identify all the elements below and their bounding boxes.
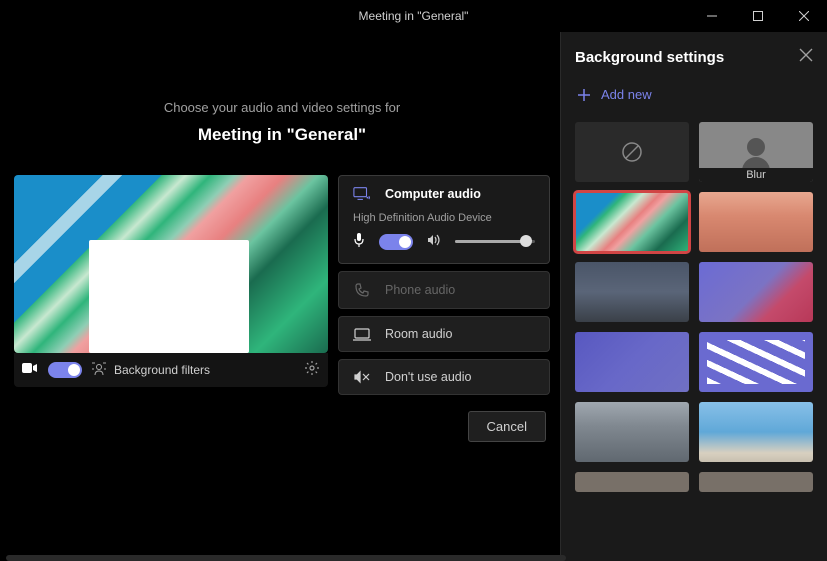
prejoin-subtitle: Choose your audio and video settings for <box>14 100 550 115</box>
video-preview <box>14 175 328 353</box>
meeting-title: Meeting in "General" <box>14 125 550 145</box>
pre-join-panel: Choose your audio and video settings for… <box>0 32 560 561</box>
background-filters-button[interactable]: Background filters <box>92 362 294 379</box>
gear-icon[interactable] <box>304 360 320 381</box>
background-thumb-3[interactable] <box>575 262 689 322</box>
no-audio-label: Don't use audio <box>385 370 471 384</box>
mic-toggle[interactable] <box>379 234 413 250</box>
camera-toggle[interactable] <box>48 362 82 378</box>
background-thumb-9[interactable] <box>575 472 689 492</box>
monitor-audio-icon <box>353 186 371 202</box>
plus-icon <box>577 88 591 102</box>
background-filters-label: Background filters <box>114 363 210 377</box>
background-thumb-1[interactable] <box>575 192 689 252</box>
room-audio-label: Room audio <box>385 327 452 341</box>
video-controls-bar: Background filters <box>14 353 328 387</box>
participant-video <box>89 240 249 353</box>
background-thumb-8[interactable] <box>699 402 813 462</box>
minimize-button[interactable] <box>689 0 735 32</box>
no-audio-icon <box>353 370 371 384</box>
speaker-icon <box>427 233 441 250</box>
blur-label: Blur <box>699 168 813 182</box>
window-title: Meeting in "General" <box>359 9 469 23</box>
computer-audio-option[interactable]: Computer audio High Definition Audio Dev… <box>338 175 550 264</box>
background-settings-title: Background settings <box>575 49 724 66</box>
background-thumb-6[interactable] <box>699 332 813 392</box>
phone-audio-label: Phone audio <box>385 283 455 297</box>
background-thumb-5[interactable] <box>575 332 689 392</box>
phone-audio-option[interactable]: Phone audio <box>338 271 550 309</box>
volume-slider[interactable] <box>455 240 535 243</box>
mic-icon <box>353 232 365 251</box>
no-audio-option[interactable]: Don't use audio <box>338 359 550 395</box>
background-thumb-7[interactable] <box>575 402 689 462</box>
background-blur[interactable]: Blur <box>699 122 813 182</box>
prohibit-icon <box>621 141 643 163</box>
background-none[interactable] <box>575 122 689 182</box>
background-thumb-4[interactable] <box>699 262 813 322</box>
add-new-background-button[interactable]: Add new <box>575 85 813 104</box>
close-panel-button[interactable] <box>799 48 813 67</box>
computer-audio-label: Computer audio <box>385 187 481 201</box>
room-audio-option[interactable]: Room audio <box>338 316 550 352</box>
audio-device-name: High Definition Audio Device <box>353 212 535 224</box>
maximize-button[interactable] <box>735 0 781 32</box>
background-thumb-10[interactable] <box>699 472 813 492</box>
room-icon <box>353 327 371 341</box>
background-settings-panel: Background settings Add new Blur <box>560 32 827 561</box>
window-controls <box>689 0 827 32</box>
titlebar: Meeting in "General" <box>0 0 827 32</box>
camera-icon <box>22 361 38 379</box>
person-filter-icon <box>92 362 106 379</box>
horizontal-scrollbar[interactable] <box>6 555 566 561</box>
add-new-label: Add new <box>601 87 652 102</box>
phone-icon <box>353 282 371 298</box>
close-button[interactable] <box>781 0 827 32</box>
background-thumb-2[interactable] <box>699 192 813 252</box>
cancel-button[interactable]: Cancel <box>468 411 546 442</box>
